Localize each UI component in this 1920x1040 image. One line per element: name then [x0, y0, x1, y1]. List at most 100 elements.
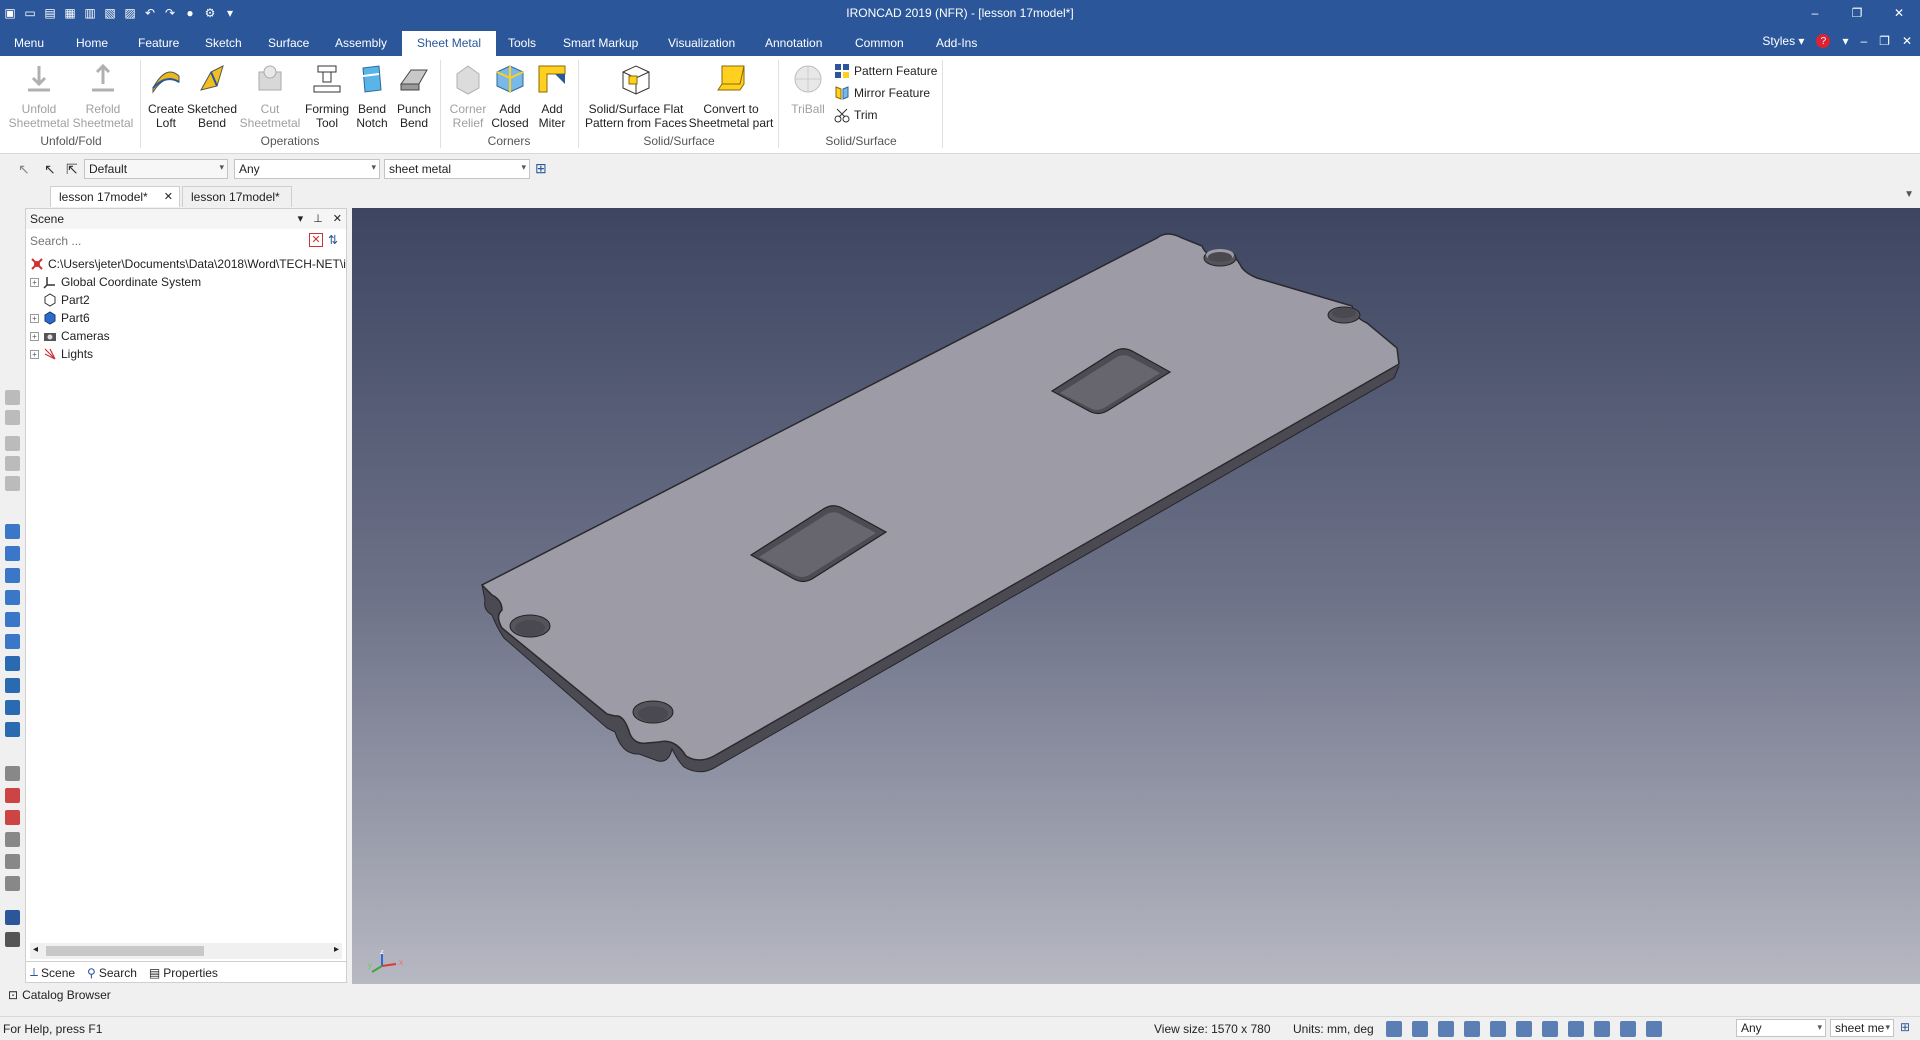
zoom-fit-icon[interactable] — [1386, 1021, 1402, 1037]
sketched-bend-button[interactable]: Sketched Bend — [187, 62, 237, 130]
expand-icon[interactable]: + — [30, 349, 39, 359]
cylinder-view-icon[interactable] — [5, 700, 20, 715]
box-select-icon[interactable] — [1568, 1021, 1584, 1037]
tab-annotation[interactable]: Annotation — [765, 31, 822, 56]
shading-icon[interactable] — [1516, 1021, 1532, 1037]
close-button[interactable]: ✕ — [1878, 0, 1920, 26]
add-miter-button[interactable]: Add Miter — [532, 62, 572, 130]
clear-search-icon[interactable]: ✕ — [309, 233, 323, 247]
pattern-feature-button[interactable]: Pattern Feature — [834, 62, 937, 80]
unfold-sheetmetal-button[interactable]: Unfold Sheetmetal — [8, 62, 70, 130]
scrollbar-thumb[interactable] — [46, 946, 204, 956]
view-tool-icon[interactable] — [5, 390, 20, 405]
add-closed-button[interactable]: Add Closed — [490, 62, 530, 130]
select-cursor-icon[interactable] — [1646, 1021, 1662, 1037]
section-icon[interactable] — [1594, 1021, 1610, 1037]
tree-item-lights[interactable]: + Lights — [30, 345, 93, 363]
bend-notch-button[interactable]: Bend Notch — [352, 62, 392, 130]
cylinder-view-icon[interactable] — [5, 656, 20, 671]
pin-icon[interactable]: ⊥ — [313, 212, 323, 225]
mirror-feature-button[interactable]: Mirror Feature — [834, 84, 930, 102]
convert-to-sheetmetal-button[interactable]: Convert to Sheetmetal part — [688, 62, 774, 130]
panel-close-icon[interactable]: ✕ — [333, 212, 342, 225]
scene-horizontal-scrollbar[interactable]: ◂ ▸ — [30, 943, 342, 959]
refold-sheetmetal-button[interactable]: Refold Sheetmetal — [72, 62, 134, 130]
style-combo[interactable]: Default ▾ — [84, 159, 228, 179]
status-filter-combo[interactable]: Any ▾ — [1736, 1019, 1826, 1037]
sketch-tool-icon[interactable] — [5, 766, 20, 781]
view-tool-icon[interactable] — [5, 476, 20, 491]
curve-tool-icon[interactable] — [5, 910, 20, 925]
search-options-icon[interactable]: ⇅ — [328, 233, 338, 247]
tab-feature[interactable]: Feature — [138, 31, 179, 56]
box-view-icon[interactable] — [5, 524, 20, 539]
3d-viewport[interactable]: z x y — [352, 208, 1920, 984]
tab-search[interactable]: ⚲ Search — [87, 965, 137, 980]
plane-tool-icon[interactable] — [5, 832, 20, 847]
create-loft-button[interactable]: Create Loft — [145, 62, 187, 130]
render-mode-icon[interactable] — [1490, 1021, 1506, 1037]
tree-item-part6[interactable]: + Part6 — [30, 309, 90, 327]
tab-sketch[interactable]: Sketch — [205, 31, 242, 56]
doc-restore-button[interactable]: ❐ — [1879, 34, 1890, 48]
tab-common[interactable]: Common — [855, 31, 904, 56]
corner-relief-button[interactable]: Corner Relief — [446, 62, 490, 130]
tab-assembly[interactable]: Assembly — [335, 31, 387, 56]
box-view-icon[interactable] — [5, 568, 20, 583]
tree-item-scene-root[interactable]: C:\Users\jeter\Documents\Data\2018\Word\… — [30, 255, 346, 273]
doc-minimize-button[interactable]: – — [1860, 34, 1867, 48]
cylinder-view-icon[interactable] — [5, 722, 20, 737]
styles-button[interactable]: Styles ▾ — [1762, 34, 1804, 48]
cut-sheetmetal-button[interactable]: Cut Sheetmetal — [239, 62, 301, 130]
orbit-tool-icon[interactable] — [5, 876, 20, 891]
tab-home[interactable]: Home — [76, 31, 108, 56]
cylinder-view-icon[interactable] — [5, 678, 20, 693]
view-tool-icon[interactable] — [5, 410, 20, 425]
select-arrow-icon[interactable]: ↖ — [18, 161, 30, 178]
tab-smart-markup[interactable]: Smart Markup — [563, 31, 638, 56]
tabs-dropdown-icon[interactable]: ▼ — [1904, 189, 1914, 200]
tab-scene[interactable]: ⟂ Scene — [30, 965, 75, 980]
doc-tab-inactive[interactable]: lesson 17model* — [182, 186, 292, 207]
tab-add-ins[interactable]: Add-Ins — [936, 31, 977, 56]
view-tool-icon[interactable] — [5, 456, 20, 471]
doc-close-button[interactable]: ✕ — [1902, 34, 1912, 48]
view-cube-icon[interactable] — [1438, 1021, 1454, 1037]
solid-surface-flat-pattern-button[interactable]: Solid/Surface Flat Pattern from Faces — [584, 62, 688, 130]
tab-menu[interactable]: Menu — [14, 31, 44, 56]
view-orient-icon[interactable] — [1464, 1021, 1480, 1037]
box-view-icon[interactable] — [5, 634, 20, 649]
tab-sheet-metal[interactable]: Sheet Metal — [402, 31, 497, 56]
tree-item-cameras[interactable]: + Cameras — [30, 327, 110, 345]
punch-bend-button[interactable]: Punch Bend — [393, 62, 435, 130]
hierarchy-icon[interactable]: ⊞ — [1900, 1020, 1910, 1034]
status-type-combo[interactable]: sheet me ▾ — [1830, 1019, 1894, 1037]
select-filter-icon[interactable]: ⇱ — [66, 161, 78, 178]
measure-tool-icon[interactable] — [5, 810, 20, 825]
expand-icon[interactable]: + — [30, 331, 39, 341]
ruler-tool-icon[interactable] — [5, 932, 20, 947]
hierarchy-icon[interactable]: ⊞ — [535, 160, 547, 177]
measure-tool-icon[interactable] — [5, 788, 20, 803]
box-view-icon[interactable] — [5, 546, 20, 561]
rotate-tool-icon[interactable] — [5, 854, 20, 869]
forming-tool-button[interactable]: Forming Tool — [302, 62, 352, 130]
view-tool-icon[interactable] — [5, 436, 20, 451]
scene-search-input[interactable] — [28, 231, 324, 251]
trim-button[interactable]: Trim — [834, 106, 878, 124]
box-view-icon[interactable] — [5, 612, 20, 627]
catalog-browser-button[interactable]: ⊡ Catalog Browser — [8, 988, 111, 1002]
expand-icon[interactable]: + — [30, 313, 39, 323]
tab-tools[interactable]: Tools — [508, 31, 536, 56]
tree-item-part2[interactable]: Part2 — [43, 291, 90, 309]
ribbon-dropdown-icon[interactable]: ▾ — [1842, 34, 1848, 48]
panel-dropdown-icon[interactable]: ▾ — [298, 212, 304, 225]
zoom-icon[interactable] — [1412, 1021, 1428, 1037]
close-icon[interactable]: ✕ — [164, 190, 173, 203]
help-icon[interactable]: ? — [1816, 34, 1831, 48]
expand-icon[interactable]: + — [30, 277, 39, 287]
filter-combo[interactable]: Any ▾ — [234, 159, 380, 179]
tree-item-global-coordinate-system[interactable]: + Global Coordinate System — [30, 273, 201, 291]
scroll-right-icon[interactable]: ▸ — [334, 944, 339, 955]
box-view-icon[interactable] — [5, 590, 20, 605]
